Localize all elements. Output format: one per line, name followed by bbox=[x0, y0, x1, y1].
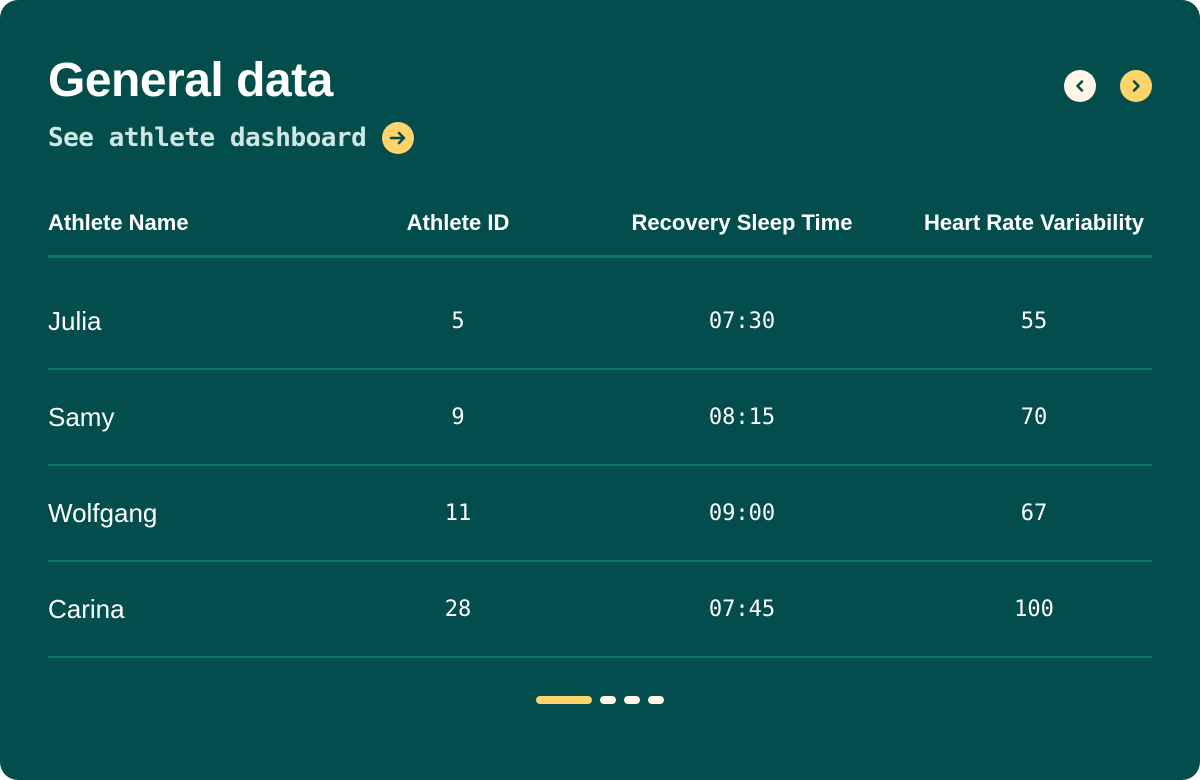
page-dot-2[interactable] bbox=[600, 696, 616, 704]
page-dot-3[interactable] bbox=[624, 696, 640, 704]
cell-athlete-id: 11 bbox=[444, 500, 472, 526]
cell-heart-rate-variability: 55 bbox=[1020, 308, 1048, 334]
column-header-recovery-sleep-time[interactable]: Recovery Sleep Time bbox=[568, 210, 916, 236]
cell-heart-rate-variability: 67 bbox=[1020, 500, 1048, 526]
pagination-indicator bbox=[536, 696, 664, 704]
cell-recovery-sleep-time: 09:00 bbox=[708, 500, 776, 526]
page-title: General data bbox=[48, 54, 333, 107]
cell-athlete-name: Wolfgang bbox=[48, 497, 158, 528]
table-row[interactable]: Samy 9 08:15 70 bbox=[48, 370, 1152, 466]
page-dot-4[interactable] bbox=[648, 696, 664, 704]
athlete-dashboard-link[interactable]: See athlete dashboard bbox=[48, 122, 415, 154]
cell-recovery-sleep-time: 08:15 bbox=[708, 404, 776, 430]
cell-athlete-name: Carina bbox=[48, 593, 125, 624]
cell-heart-rate-variability: 100 bbox=[1014, 596, 1054, 622]
table-row[interactable]: Carina 28 07:45 100 bbox=[48, 562, 1152, 658]
cell-athlete-name: Samy bbox=[48, 401, 115, 432]
column-header-heart-rate-variability[interactable]: Heart Rate Variability bbox=[916, 210, 1152, 236]
page-dot-1-active[interactable] bbox=[536, 696, 592, 704]
column-header-athlete-name[interactable]: Athlete Name bbox=[48, 210, 348, 236]
column-header-athlete-id[interactable]: Athlete ID bbox=[348, 210, 568, 236]
table-row[interactable]: Julia 5 07:30 55 bbox=[48, 258, 1152, 370]
cell-recovery-sleep-time: 07:30 bbox=[708, 308, 776, 334]
cell-athlete-id: 5 bbox=[451, 308, 465, 334]
athlete-table: Athlete Name Athlete ID Recovery Sleep T… bbox=[48, 190, 1152, 658]
cell-athlete-name: Julia bbox=[48, 305, 102, 336]
previous-button[interactable] bbox=[1064, 70, 1096, 102]
cell-recovery-sleep-time: 07:45 bbox=[708, 596, 776, 622]
general-data-card: General data See athlete dashboard Athle… bbox=[0, 0, 1200, 780]
athlete-dashboard-link-label: See athlete dashboard bbox=[48, 123, 367, 153]
cell-heart-rate-variability: 70 bbox=[1020, 404, 1048, 430]
table-row[interactable]: Wolfgang 11 09:00 67 bbox=[48, 466, 1152, 562]
arrow-right-icon bbox=[382, 122, 415, 154]
cell-athlete-id: 28 bbox=[444, 596, 472, 622]
table-header: Athlete Name Athlete ID Recovery Sleep T… bbox=[48, 190, 1152, 258]
chevron-right-icon bbox=[1129, 79, 1143, 93]
cell-athlete-id: 9 bbox=[451, 404, 465, 430]
chevron-left-icon bbox=[1073, 79, 1087, 93]
next-button[interactable] bbox=[1120, 70, 1152, 102]
